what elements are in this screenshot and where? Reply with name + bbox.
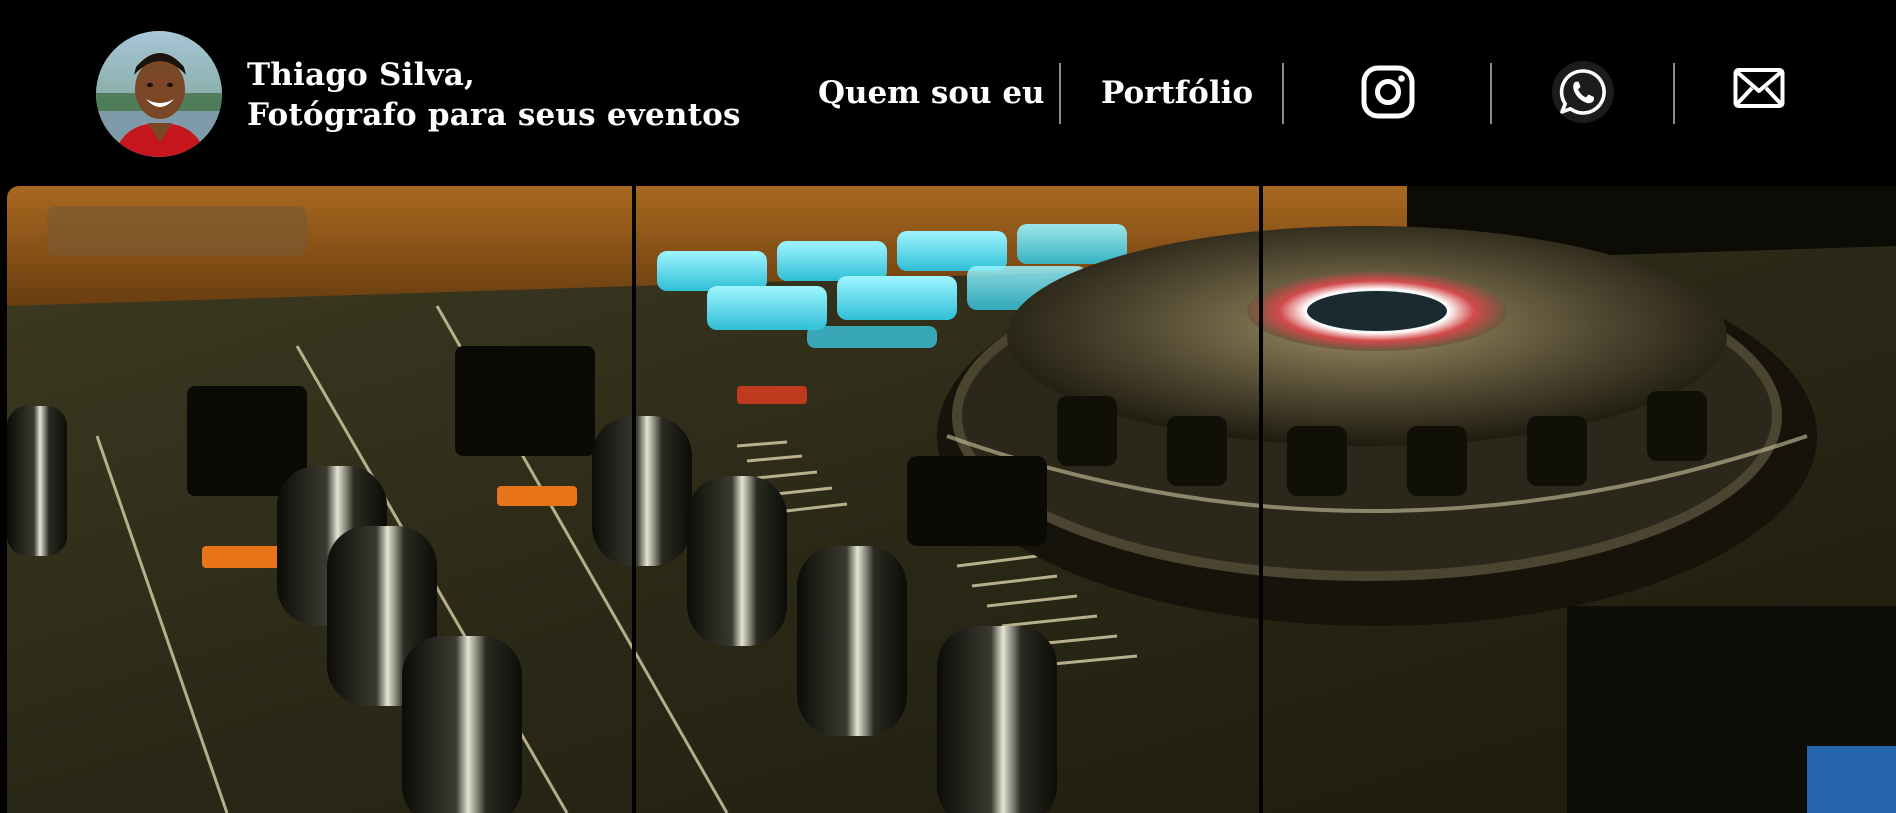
brand-tagline: Fotógrafo para seus eventos [247, 97, 741, 133]
page: Thiago Silva, Fotógrafo para seus evento… [0, 0, 1896, 813]
brand-title: Thiago Silva, Fotógrafo para seus evento… [247, 55, 741, 135]
nav-link-quem-sou-eu[interactable]: Quem sou eu [818, 63, 1045, 124]
instagram-icon [1361, 65, 1415, 119]
hero-image [7, 186, 1896, 813]
whatsapp-icon [1552, 61, 1614, 123]
avatar-portrait [96, 31, 222, 157]
nav-link-portfolio[interactable]: Portfólio [1101, 63, 1253, 124]
mail-icon [1733, 68, 1785, 108]
site-header: Thiago Silva, Fotógrafo para seus evento… [0, 0, 1896, 185]
nav-divider [1282, 63, 1284, 124]
hero-divider [1259, 186, 1263, 813]
dj-controller-photo [7, 186, 1896, 813]
nav-divider [1673, 63, 1675, 124]
avatar [96, 31, 222, 157]
brand-name: Thiago Silva, [247, 57, 476, 93]
mail-button[interactable] [1733, 66, 1785, 110]
whatsapp-button[interactable] [1551, 60, 1615, 124]
nav-divider [1490, 63, 1492, 124]
instagram-button[interactable] [1361, 65, 1415, 119]
hero-divider [632, 186, 636, 813]
nav-divider [1059, 63, 1061, 124]
